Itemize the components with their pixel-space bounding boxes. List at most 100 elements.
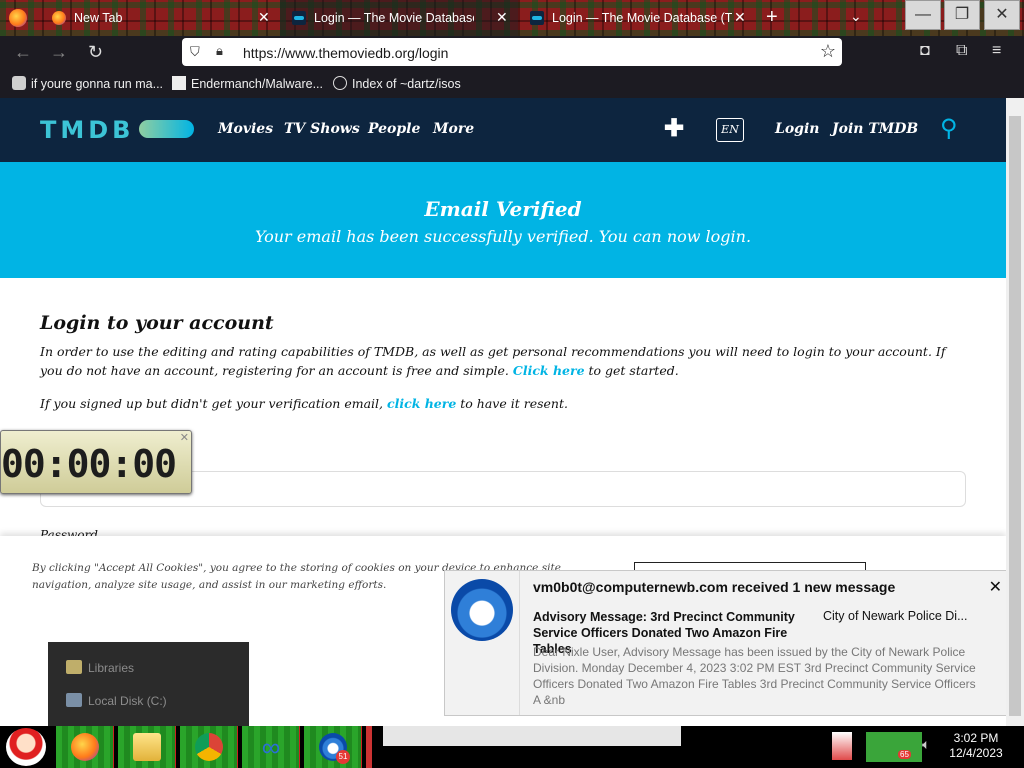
nav-join-tmdb[interactable]: Join TMDB xyxy=(832,121,918,137)
tab-close-icon[interactable]: ✕ xyxy=(258,9,270,26)
firefox-icon xyxy=(52,11,66,25)
nav-login[interactable]: Login xyxy=(775,121,819,137)
add-plus-icon[interactable]: ✚ xyxy=(664,114,684,143)
navigation-toolbar: ← → ↻ ⛉ 🔒︎ https://www.themoviedb.org/lo… xyxy=(0,36,1024,70)
tray-flag-icon[interactable] xyxy=(832,732,852,760)
explorer-jump-menu: Libraries Local Disk (C:) xyxy=(48,642,249,726)
taskbar-app-thunderbird[interactable]: 51 xyxy=(304,726,362,768)
tab-login-tmdb-active[interactable]: Login — The Movie Database (TM ✕ xyxy=(280,0,518,36)
forward-arrow-icon[interactable]: → xyxy=(50,42,68,63)
tray-network-icon[interactable]: 65 xyxy=(866,732,922,762)
menu-item-libraries[interactable]: Libraries xyxy=(66,660,134,675)
tmdb-header: TMDB Movies TV Shows People More ✚ EN Lo… xyxy=(0,98,1006,162)
chrome-icon xyxy=(195,733,223,761)
bookmark-item[interactable]: if youre gonna run ma... xyxy=(12,76,163,91)
tab-title: Login — The Movie Database (TM xyxy=(314,11,474,25)
bookmark-label: Endermanch/Malware... xyxy=(191,77,324,91)
taskbar: ∞ 51 65 🔈︎ 3:02 PM 12/4/2023 xyxy=(0,726,1024,768)
intro-paragraph: In order to use the editing and rating c… xyxy=(40,342,960,380)
chevron-down-icon[interactable]: ⌄ xyxy=(850,8,862,25)
start-santa-icon[interactable] xyxy=(6,728,46,766)
email-verified-banner: Email Verified Your email has been succe… xyxy=(0,162,1006,278)
taskbar-app-infinity[interactable]: ∞ xyxy=(242,726,300,768)
intro-text: In order to use the editing and rating c… xyxy=(40,344,946,378)
notification-header: vm0b0t@computernewb.com received 1 new m… xyxy=(533,579,896,595)
resend-text: If you signed up but didn't get your ver… xyxy=(40,396,383,411)
back-arrow-icon[interactable]: ← xyxy=(14,42,32,63)
divider xyxy=(519,571,520,715)
clock-date: 12/4/2023 xyxy=(949,746,1003,760)
tmdb-icon xyxy=(292,11,306,25)
taskbar-app-chrome[interactable] xyxy=(180,726,238,768)
clock-widget[interactable]: 00:00:00 ✕ xyxy=(0,430,192,494)
login-content: Login to your account In order to use th… xyxy=(0,278,1006,542)
tab-close-icon[interactable]: ✕ xyxy=(734,9,746,26)
nav-movies[interactable]: Movies xyxy=(218,121,273,137)
language-button[interactable]: EN xyxy=(716,118,744,142)
page-title: Login to your account xyxy=(40,312,274,334)
folder-icon xyxy=(66,660,82,674)
address-bar[interactable]: ⛉ 🔒︎ https://www.themoviedb.org/login ☆ xyxy=(182,38,842,66)
volume-icon[interactable]: 🔈︎ xyxy=(922,736,930,753)
firefox-menu-icon[interactable] xyxy=(9,9,27,27)
infinity-icon: ∞ xyxy=(261,732,281,762)
mail-notification[interactable]: vm0b0t@computernewb.com received 1 new m… xyxy=(444,570,1013,716)
tab-title: Login — The Movie Database (TM xyxy=(552,11,732,25)
extensions-icon[interactable]: ⧉ xyxy=(956,42,967,60)
taskbar-app-explorer[interactable] xyxy=(118,726,176,768)
unread-badge: 51 xyxy=(336,750,350,764)
bookmark-star-icon[interactable]: ☆ xyxy=(820,41,836,62)
close-icon[interactable]: ✕ xyxy=(989,577,1002,597)
tmdb-logo[interactable]: TMDB xyxy=(40,116,134,144)
bookmark-label: if youre gonna run ma... xyxy=(31,77,164,91)
menu-item-label: Libraries xyxy=(88,661,135,675)
file-explorer-icon xyxy=(133,733,161,761)
github-icon xyxy=(172,76,186,90)
menu-item-local-disk[interactable]: Local Disk (C:) xyxy=(66,693,167,708)
taskbar-app-firefox[interactable] xyxy=(56,726,114,768)
intro-text-end: to get started. xyxy=(588,363,679,378)
tab-strip: New Tab ✕ Login — The Movie Database (TM… xyxy=(0,0,1024,36)
globe-icon xyxy=(333,76,347,90)
banner-subtitle: Your email has been successfully verifie… xyxy=(254,227,752,246)
nav-people[interactable]: People xyxy=(368,121,420,137)
bookmark-item[interactable]: Index of ~dartz/isos xyxy=(333,76,461,91)
bookmark-item[interactable]: Endermanch/Malware... xyxy=(172,76,323,91)
system-clock[interactable]: 3:02 PM 12/4/2023 xyxy=(948,731,1004,761)
tab-new-tab[interactable]: New Tab ✕ xyxy=(40,0,280,36)
message-sender: City of Newark Police Di... xyxy=(823,609,968,623)
url-text[interactable]: https://www.themoviedb.org/login xyxy=(243,45,448,61)
scrollbar-thumb[interactable] xyxy=(1009,116,1021,716)
restore-button[interactable]: ❐ xyxy=(944,0,980,30)
tmdb-icon xyxy=(530,11,544,25)
tab-close-icon[interactable]: ✕ xyxy=(496,9,508,26)
minimize-button[interactable]: — xyxy=(905,0,941,30)
nav-more[interactable]: More xyxy=(433,121,474,137)
bookmarks-toolbar: if youre gonna run ma... Endermanch/Malw… xyxy=(0,70,1024,98)
lock-icon[interactable]: 🔒︎ xyxy=(216,43,223,59)
taskbar-bar xyxy=(383,726,681,746)
taskbar-divider xyxy=(366,726,372,768)
register-link[interactable]: Click here xyxy=(513,363,585,378)
shield-icon[interactable]: ⛉ xyxy=(190,44,200,60)
nav-tv-shows[interactable]: TV Shows xyxy=(284,121,360,137)
ghost-icon xyxy=(12,76,26,90)
drive-icon xyxy=(66,693,82,707)
new-tab-button[interactable]: + xyxy=(766,6,778,29)
tab-title: New Tab xyxy=(74,11,123,25)
close-window-button[interactable]: ✕ xyxy=(984,0,1020,30)
firefox-icon xyxy=(71,733,99,761)
tab-login-tmdb[interactable]: Login — The Movie Database (TM ✕ xyxy=(518,0,758,36)
tmdb-logo-pill[interactable] xyxy=(139,120,194,138)
reload-icon[interactable]: ↻ xyxy=(88,42,103,63)
page-scrollbar[interactable] xyxy=(1006,98,1024,726)
search-icon[interactable]: ⚲ xyxy=(940,114,958,143)
clock-time: 3:02 PM xyxy=(953,731,999,745)
menu-item-label: Local Disk (C:) xyxy=(88,694,167,708)
close-icon[interactable]: ✕ xyxy=(180,431,189,444)
resend-link[interactable]: click here xyxy=(387,396,456,411)
menu-hamburger-icon[interactable]: ≡ xyxy=(992,42,1001,60)
pocket-icon[interactable]: ◘ xyxy=(920,42,930,60)
clock-digits: 00:00:00 xyxy=(1,442,177,486)
resend-paragraph: If you signed up but didn't get your ver… xyxy=(40,396,568,411)
